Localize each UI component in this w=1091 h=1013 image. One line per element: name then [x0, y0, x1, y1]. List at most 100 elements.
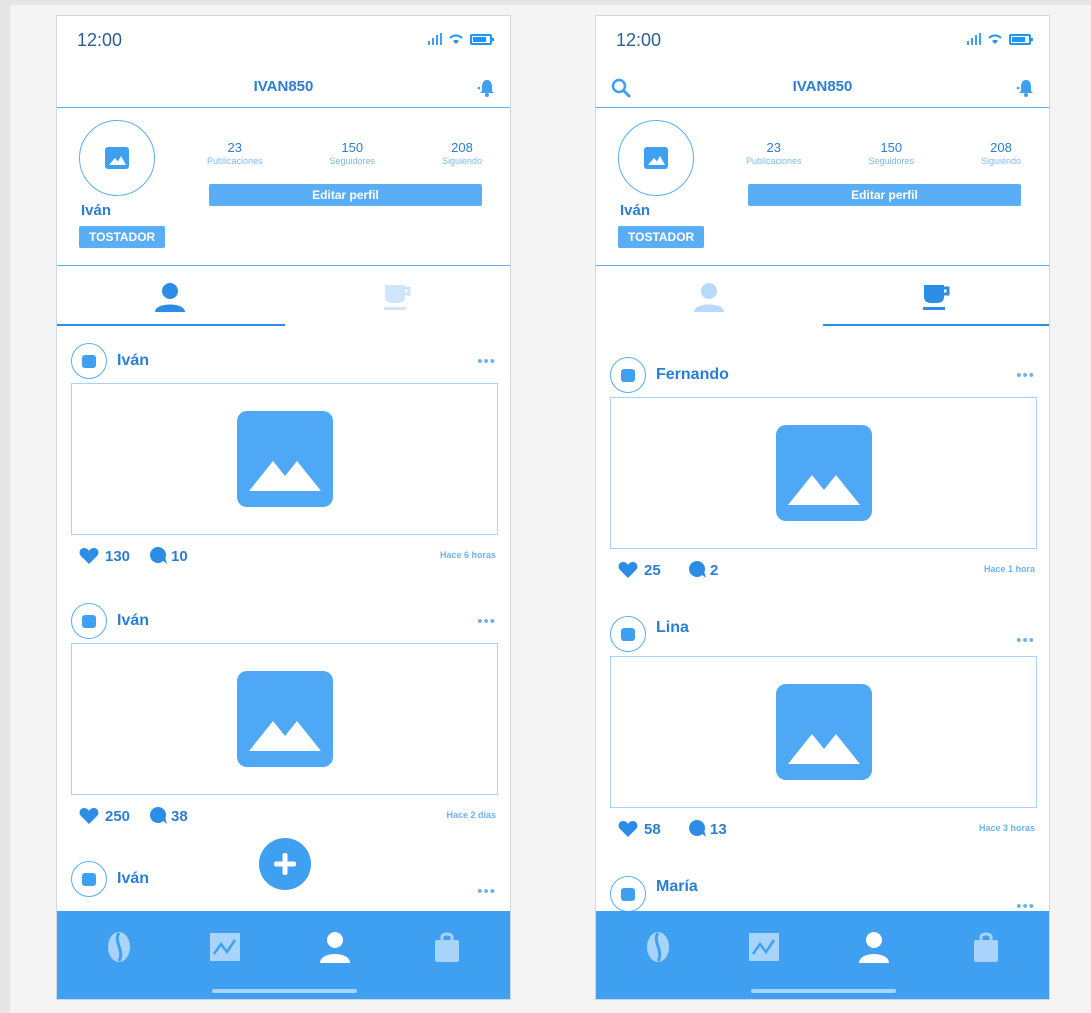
active-tab-indicator [57, 324, 285, 326]
bell-icon[interactable] [476, 77, 498, 99]
shopping-bag-icon [435, 932, 459, 962]
profile-avatar[interactable] [618, 120, 694, 196]
post-image[interactable] [610, 656, 1037, 808]
top-bar: IVAN850 [57, 68, 510, 108]
stat-followers[interactable]: 150 Seguidores [868, 140, 914, 166]
stat-following[interactable]: 208 Siguiendo [981, 140, 1021, 166]
nav-coffee[interactable] [640, 929, 676, 965]
more-options-icon[interactable]: ••• [477, 353, 496, 370]
nav-profile[interactable] [317, 929, 353, 965]
comment-button[interactable]: 10 [149, 547, 188, 565]
shopping-bag-icon [974, 932, 998, 962]
battery-icon [470, 33, 494, 45]
user-icon [859, 932, 889, 963]
comment-button[interactable]: 13 [688, 820, 727, 838]
bottom-nav [57, 911, 510, 999]
profile-stats: 23 Publicaciones 150 Seguidores 208 Siguien… [746, 140, 1021, 166]
tab-coffee[interactable] [284, 266, 511, 328]
image-placeholder-icon [621, 368, 635, 382]
coffee-cup-icon [383, 285, 411, 310]
nav-stats[interactable] [746, 929, 782, 965]
tab-user-posts[interactable] [596, 266, 823, 328]
comment-button[interactable]: 2 [688, 561, 718, 579]
more-options-icon[interactable]: ••• [1016, 632, 1035, 649]
more-options-icon[interactable]: ••• [1016, 367, 1035, 384]
like-button[interactable]: 25 [618, 561, 661, 579]
image-placeholder-icon [775, 425, 872, 521]
like-count: 58 [644, 820, 661, 838]
heart-icon [618, 562, 638, 578]
bell-icon[interactable] [1015, 77, 1037, 99]
post-avatar[interactable] [71, 343, 107, 379]
heart-icon [618, 821, 638, 837]
stat-followers[interactable]: 150 Seguidores [329, 140, 375, 166]
nav-shop[interactable] [968, 929, 1004, 965]
image-placeholder-icon [82, 614, 96, 628]
edit-profile-button[interactable]: Editar perfil [748, 184, 1021, 206]
stat-following[interactable]: 208 Siguiendo [442, 140, 482, 166]
nav-profile[interactable] [856, 929, 892, 965]
like-button[interactable]: 58 [618, 820, 661, 838]
post-time: Hace 2 días [446, 810, 496, 820]
image-placeholder-icon [82, 872, 96, 886]
post-author[interactable]: María [656, 878, 698, 896]
post-image[interactable] [610, 397, 1037, 549]
stat-posts[interactable]: 23 Publicaciones [207, 140, 263, 166]
post-image[interactable] [71, 383, 498, 535]
nav-shop[interactable] [429, 929, 465, 965]
profile-name: Iván [81, 202, 112, 219]
post-avatar[interactable] [610, 876, 646, 912]
post-avatar[interactable] [610, 616, 646, 652]
more-options-icon[interactable]: ••• [477, 613, 496, 630]
add-post-button[interactable] [259, 838, 311, 890]
post-avatar[interactable] [71, 861, 107, 897]
post-avatar[interactable] [610, 357, 646, 393]
comment-icon [150, 547, 167, 564]
post-card: Fernando ••• 25 2 Hace 1 hora [610, 355, 1037, 587]
user-icon [155, 283, 186, 312]
nav-coffee[interactable] [101, 929, 137, 965]
post-time: Hace 6 horas [439, 550, 496, 560]
home-indicator [751, 989, 896, 993]
more-options-icon[interactable]: ••• [477, 883, 496, 900]
like-button[interactable]: 250 [79, 807, 130, 825]
post-author[interactable]: Iván [117, 352, 149, 370]
post-avatar[interactable] [71, 603, 107, 639]
post-author[interactable]: Iván [117, 612, 149, 630]
heart-icon [79, 548, 99, 564]
signal-icon [967, 33, 981, 45]
home-indicator [212, 989, 357, 993]
status-time: 12:00 [77, 30, 123, 50]
header-username: IVAN850 [792, 78, 853, 95]
signal-icon [428, 33, 442, 45]
chart-icon [210, 933, 240, 961]
coffee-bean-icon [647, 932, 669, 962]
nav-stats[interactable] [207, 929, 243, 965]
plus-icon [274, 853, 296, 875]
post-card: María ••• [610, 874, 1037, 915]
status-time: 12:00 [616, 30, 662, 50]
comment-icon [689, 820, 706, 837]
tab-user-posts[interactable] [57, 266, 284, 328]
image-placeholder-icon [236, 671, 333, 767]
like-button[interactable]: 130 [79, 547, 130, 565]
profile-header: Iván TOSTADOR 23 Publicaciones 150 Seguido… [57, 108, 510, 266]
profile-avatar[interactable] [79, 120, 155, 196]
image-placeholder-icon [82, 354, 96, 368]
post-author[interactable]: Iván [117, 870, 149, 888]
coffee-bean-icon [108, 932, 130, 962]
edit-profile-button[interactable]: Editar perfil [209, 184, 482, 206]
comment-button[interactable]: 38 [149, 807, 188, 825]
active-tab-indicator [823, 324, 1049, 326]
post-author[interactable]: Fernando [656, 366, 729, 384]
tab-coffee[interactable] [823, 266, 1050, 328]
post-author[interactable]: Lina [656, 619, 689, 637]
wifi-icon [449, 34, 463, 44]
comment-icon [150, 807, 167, 824]
post-image[interactable] [71, 643, 498, 795]
bottom-nav [596, 911, 1049, 999]
comment-icon [689, 561, 706, 578]
stat-posts[interactable]: 23 Publicaciones [746, 140, 802, 166]
image-placeholder-icon [621, 887, 635, 901]
role-badge: TOSTADOR [79, 226, 166, 248]
